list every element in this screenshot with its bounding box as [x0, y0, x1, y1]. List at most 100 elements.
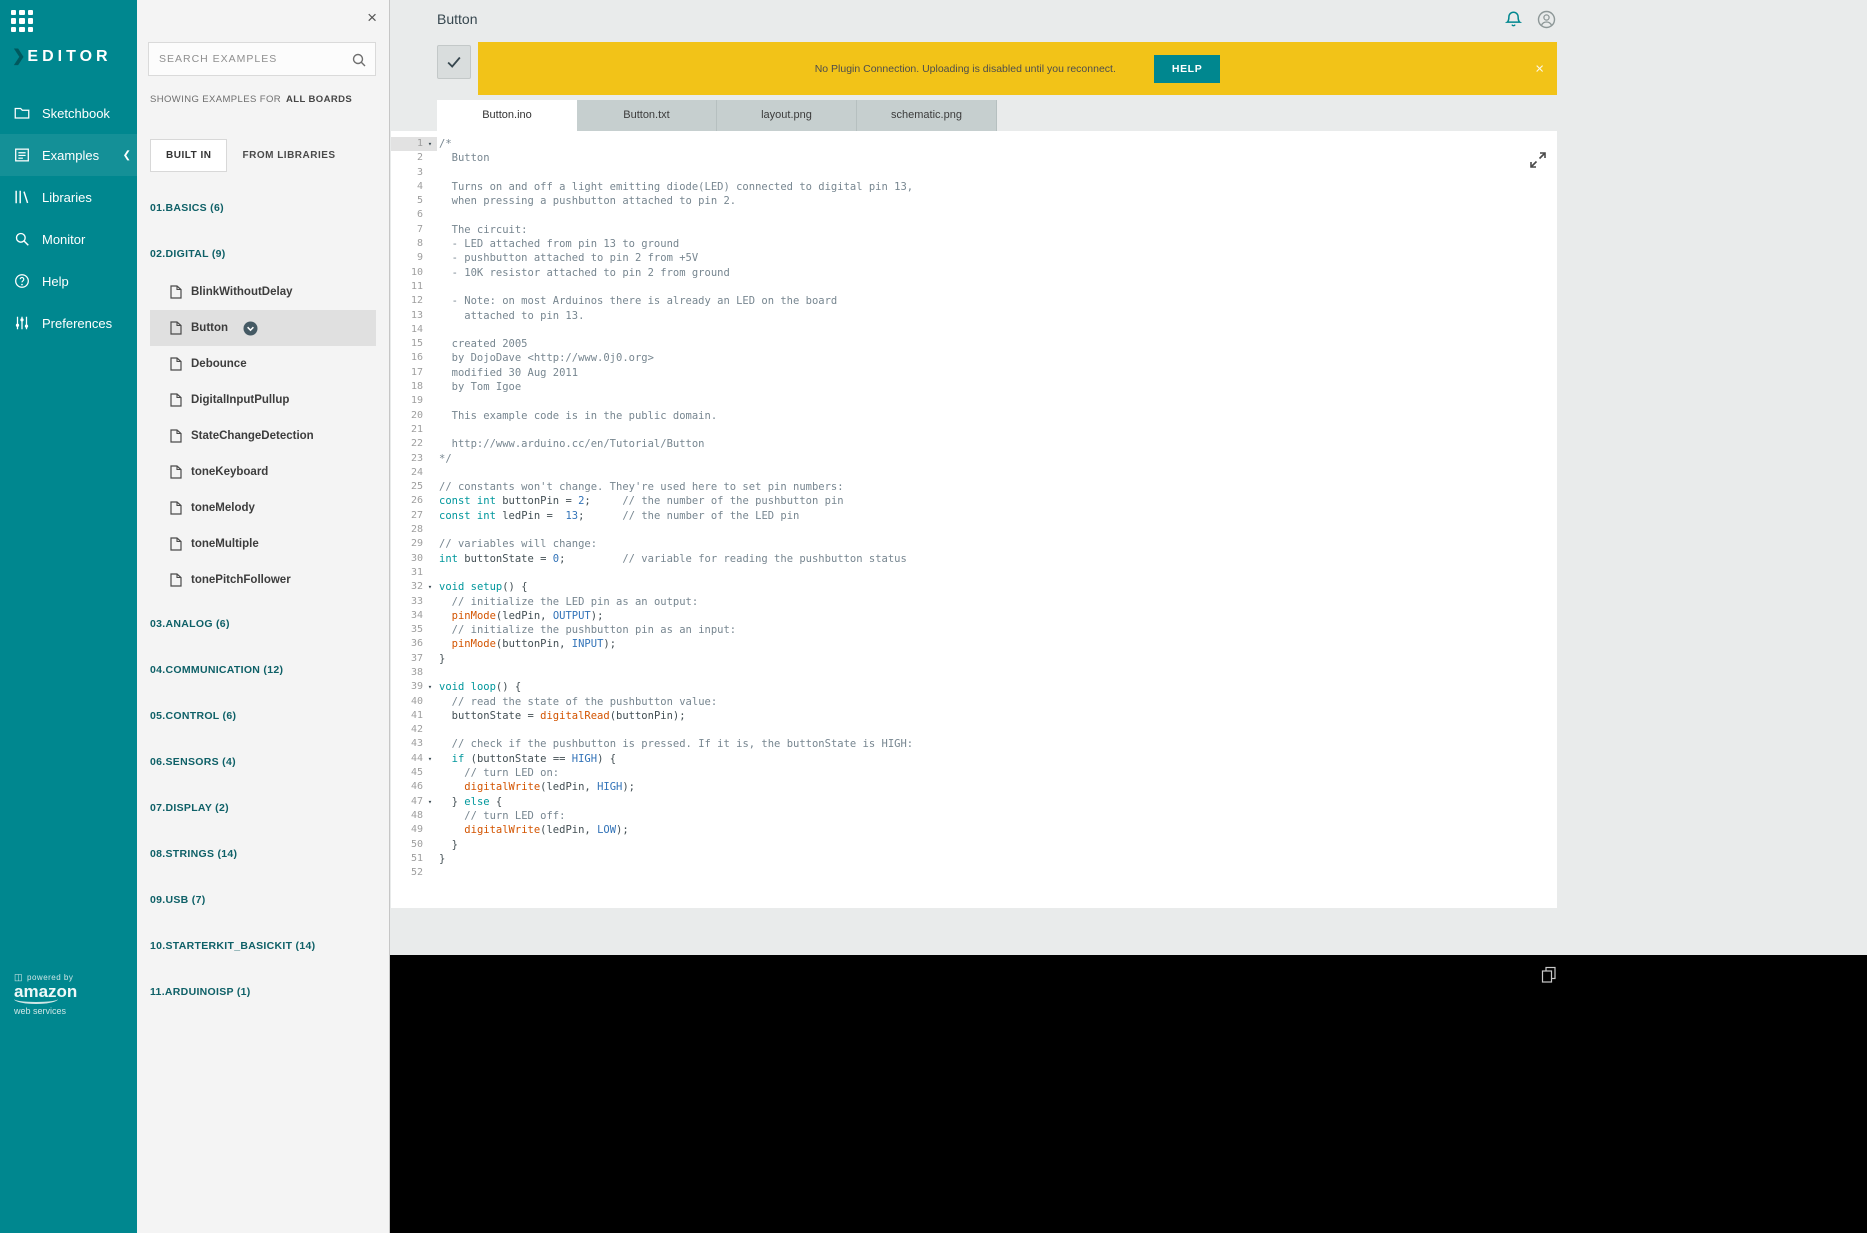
sidebar-item-preferences[interactable]: Preferences	[0, 302, 137, 344]
example-item-digitalinputpullup[interactable]: DigitalInputPullup	[150, 382, 376, 418]
code-line[interactable]: 7 The circuit:	[391, 223, 1557, 237]
code-line[interactable]: 48 // turn LED off:	[391, 809, 1557, 823]
example-item-statechangedetection[interactable]: StateChangeDetection	[150, 418, 376, 454]
fold-toggle-icon[interactable]: ▾	[423, 680, 437, 694]
code-line[interactable]: 43 // check if the pushbutton is pressed…	[391, 737, 1557, 751]
code-line[interactable]: 19	[391, 394, 1557, 408]
code-line[interactable]: 13 attached to pin 13.	[391, 309, 1557, 323]
code-line[interactable]: 22 http://www.arduino.cc/en/Tutorial/But…	[391, 437, 1557, 451]
example-item-tonemultiple[interactable]: toneMultiple	[150, 526, 376, 562]
category-05-control-6[interactable]: 05.CONTROL (6)	[150, 696, 376, 736]
code-line[interactable]: 2 Button	[391, 151, 1557, 165]
file-tab-layout-png[interactable]: layout.png	[717, 100, 857, 131]
code-line[interactable]: 11	[391, 280, 1557, 294]
category-08-strings-14[interactable]: 08.STRINGS (14)	[150, 834, 376, 874]
code-line[interactable]: 52	[391, 866, 1557, 880]
code-line[interactable]: 51}	[391, 852, 1557, 866]
code-line[interactable]: 41 buttonState = digitalRead(buttonPin);	[391, 709, 1557, 723]
code-line[interactable]: 46 digitalWrite(ledPin, HIGH);	[391, 780, 1557, 794]
code-line[interactable]: 29 // variables will change:	[391, 537, 1557, 551]
code-line[interactable]: 4 Turns on and off a light emitting diod…	[391, 180, 1557, 194]
category-09-usb-7[interactable]: 09.USB (7)	[150, 880, 376, 920]
sidebar-item-examples[interactable]: Examples ❮	[0, 134, 137, 176]
code-line[interactable]: 23 */	[391, 452, 1557, 466]
code-line[interactable]: 24	[391, 466, 1557, 480]
code-line[interactable]: 44 ▾ if (buttonState == HIGH) {	[391, 752, 1557, 766]
fullscreen-expand-icon[interactable]	[1528, 150, 1548, 170]
category-11-arduinoisp-1[interactable]: 11.ARDUINOISP (1)	[150, 972, 376, 1012]
code-line[interactable]: 25 // constants won't change. They're use…	[391, 480, 1557, 494]
notifications-bell-icon[interactable]	[1503, 9, 1524, 30]
code-line[interactable]: 17 modified 30 Aug 2011	[391, 366, 1557, 380]
code-line[interactable]: 20 This example code is in the public do…	[391, 409, 1557, 423]
category-04-communication-12[interactable]: 04.COMMUNICATION (12)	[150, 650, 376, 690]
code-line[interactable]: 5 when pressing a pushbutton attached to…	[391, 194, 1557, 208]
code-line[interactable]: 8 - LED attached from pin 13 to ground	[391, 237, 1557, 251]
example-item-blinkwithoutdelay[interactable]: BlinkWithoutDelay	[150, 274, 376, 310]
help-button[interactable]: HELP	[1153, 54, 1221, 83]
fold-toggle-icon[interactable]: ▾	[423, 752, 437, 766]
code-line[interactable]: 49 digitalWrite(ledPin, LOW);	[391, 823, 1557, 837]
code-line[interactable]: 38	[391, 666, 1557, 680]
file-tab-schematic-png[interactable]: schematic.png	[857, 100, 997, 131]
code-line[interactable]: 1 ▾/*	[391, 137, 1557, 152]
file-tab-button-ino[interactable]: Button.ino	[437, 100, 577, 131]
collapse-panel-icon[interactable]: ❮	[123, 150, 131, 161]
code-line[interactable]: 30 int buttonState = 0; // variable for r…	[391, 552, 1557, 566]
search-input[interactable]	[149, 43, 375, 75]
code-line[interactable]: 10 - 10K resistor attached to pin 2 from…	[391, 266, 1557, 280]
example-item-tonekeyboard[interactable]: toneKeyboard	[150, 454, 376, 490]
apps-grid-icon[interactable]	[11, 10, 33, 32]
code-line[interactable]: 15 created 2005	[391, 337, 1557, 351]
banner-close-icon[interactable]: ×	[1535, 60, 1544, 77]
code-line[interactable]: 37}	[391, 652, 1557, 666]
category-06-sensors-4[interactable]: 06.SENSORS (4)	[150, 742, 376, 782]
panel-close-icon[interactable]: ×	[367, 8, 377, 28]
code-line[interactable]: 33 // initialize the LED pin as an outpu…	[391, 595, 1557, 609]
tab-from-libraries[interactable]: FROM LIBRARIES	[227, 139, 350, 172]
code-line[interactable]: 12 - Note: on most Arduinos there is alr…	[391, 294, 1557, 308]
copy-output-icon[interactable]	[1540, 965, 1558, 983]
code-line[interactable]: 47 ▾ } else {	[391, 795, 1557, 809]
code-line[interactable]: 21	[391, 423, 1557, 437]
code-line[interactable]: 3	[391, 166, 1557, 180]
fold-toggle-icon[interactable]: ▾	[423, 580, 437, 594]
code-line[interactable]: 31	[391, 566, 1557, 580]
category-07-display-2[interactable]: 07.DISPLAY (2)	[150, 788, 376, 828]
code-line[interactable]: 50 }	[391, 838, 1557, 852]
example-item-tonemelody[interactable]: toneMelody	[150, 490, 376, 526]
fold-toggle-icon[interactable]: ▾	[423, 795, 437, 809]
file-tab-button-txt[interactable]: Button.txt	[577, 100, 717, 131]
example-item-button[interactable]: Button	[150, 310, 376, 346]
category-02-digital-9[interactable]: 02.DIGITAL (9)	[150, 234, 376, 274]
sidebar-item-libraries[interactable]: Libraries	[0, 176, 137, 218]
code-line[interactable]: 27 const int ledPin = 13; // the number o…	[391, 509, 1557, 523]
code-line[interactable]: 42	[391, 723, 1557, 737]
example-item-debounce[interactable]: Debounce	[150, 346, 376, 382]
sidebar-item-monitor[interactable]: Monitor	[0, 218, 137, 260]
user-profile-icon[interactable]	[1536, 9, 1557, 30]
fold-toggle-icon[interactable]: ▾	[423, 137, 437, 151]
code-line[interactable]: 6	[391, 208, 1557, 222]
code-line[interactable]: 26 const int buttonPin = 2; // the number…	[391, 494, 1557, 508]
code-line[interactable]: 18 by Tom Igoe	[391, 380, 1557, 394]
verify-button[interactable]	[437, 45, 471, 79]
category-10-starterkit-basickit-14[interactable]: 10.STARTERKIT_BASICKIT (14)	[150, 926, 376, 966]
code-line[interactable]: 16 by DojoDave <http://www.0j0.org>	[391, 351, 1557, 365]
category-01-basics-6[interactable]: 01.BASICS (6)	[150, 188, 376, 228]
example-item-tonepitchfollower[interactable]: tonePitchFollower	[150, 562, 376, 598]
search-icon[interactable]	[351, 52, 367, 68]
sidebar-item-help[interactable]: Help	[0, 260, 137, 302]
code-line[interactable]: 32 ▾ void setup() {	[391, 580, 1557, 594]
code-line[interactable]: 35 // initialize the pushbutton pin as a…	[391, 623, 1557, 637]
sidebar-item-sketchbook[interactable]: Sketchbook	[0, 92, 137, 134]
code-line[interactable]: 39 ▾ void loop() {	[391, 680, 1557, 694]
code-line[interactable]: 45 // turn LED on:	[391, 766, 1557, 780]
code-editor[interactable]: 1 ▾/* 2 Button 3 4 Turns on and off a light …	[391, 131, 1557, 908]
code-line[interactable]: 36 pinMode(buttonPin, INPUT);	[391, 637, 1557, 651]
code-line[interactable]: 9 - pushbutton attached to pin 2 from +5…	[391, 251, 1557, 265]
category-03-analog-6[interactable]: 03.ANALOG (6)	[150, 604, 376, 644]
code-line[interactable]: 28	[391, 523, 1557, 537]
code-line[interactable]: 40 // read the state of the pushbutton v…	[391, 695, 1557, 709]
code-line[interactable]: 14	[391, 323, 1557, 337]
